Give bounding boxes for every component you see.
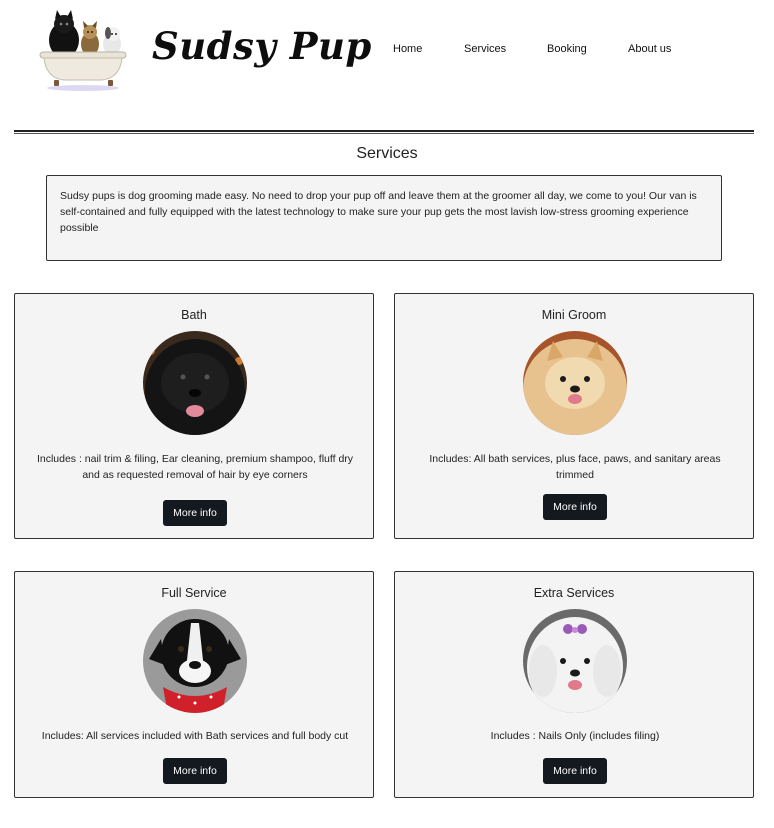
card-description: Includes : Nails Only (includes filing) <box>490 730 660 742</box>
more-info-button[interactable]: More info <box>543 758 607 784</box>
card-title: Bath <box>181 308 207 322</box>
more-info-button[interactable]: More info <box>163 500 227 526</box>
card-description: Includes : nail trim & filing, Ear clean… <box>36 453 354 481</box>
nav-link-services[interactable]: Services <box>464 43 506 55</box>
card-title: Extra Services <box>533 586 615 600</box>
black-fluffy-dog-photo <box>143 331 247 435</box>
card-description: Includes: All bath services, plus face, … <box>429 453 721 481</box>
black-white-dog-red-bandana-photo <box>143 609 247 713</box>
nav-link-home[interactable]: Home <box>393 43 422 55</box>
service-card-extra-services: Extra Services Includes : Nails Only (in… <box>394 571 754 798</box>
service-card-mini-groom: Mini Groom Includes: All bath services, … <box>394 293 754 539</box>
header-divider <box>14 130 754 134</box>
nav-link-booking[interactable]: Booking <box>547 43 587 55</box>
card-title: Full Service <box>161 586 227 600</box>
pomeranian-dog-photo <box>523 331 627 435</box>
service-card-bath: Bath Includes : nail trim & filing, Ear … <box>14 293 374 539</box>
card-description: Includes: All services included with Bat… <box>41 730 349 742</box>
service-card-full-service: Full Service Includes: All services incl… <box>14 571 374 798</box>
more-info-button[interactable]: More info <box>163 758 227 784</box>
site-header: Sudsy Pup Home Services Booking About us <box>0 0 774 110</box>
nav-link-about-us[interactable]: About us <box>628 43 671 55</box>
main-nav: Home Services Booking About us <box>0 43 774 59</box>
page-title: Services <box>356 145 418 162</box>
intro-text: Sudsy pups is dog grooming made easy. No… <box>60 190 697 234</box>
more-info-button[interactable]: More info <box>543 494 607 520</box>
white-fluffy-dog-bow-photo <box>523 609 627 713</box>
card-title: Mini Groom <box>541 308 607 322</box>
intro-box: Sudsy pups is dog grooming made easy. No… <box>46 175 722 261</box>
